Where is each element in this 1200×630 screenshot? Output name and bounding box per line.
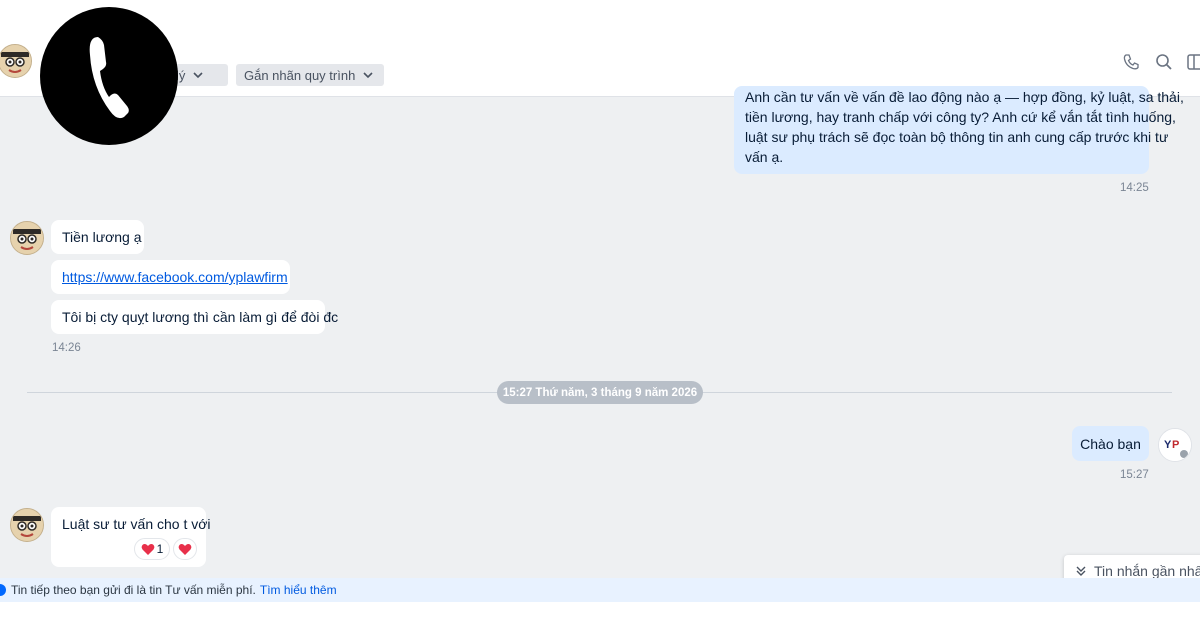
chevron-down-icon: [193, 72, 203, 79]
react-button[interactable]: [173, 538, 197, 560]
svg-text:P: P: [1172, 439, 1179, 451]
tag-process-dropdown[interactable]: Gắn nhãn quy trình: [236, 64, 384, 86]
notice-text: Tin tiếp theo bạn gửi đi là tin Tư vấn m…: [11, 583, 256, 597]
phone-icon[interactable]: [1121, 52, 1141, 72]
jump-to-latest-label: Tin nhắn gần nhất: [1094, 563, 1200, 579]
reaction-summary[interactable]: 1: [134, 538, 170, 560]
message-time: 14:25: [1120, 182, 1149, 194]
tag-process-label: Gắn nhãn quy trình: [244, 67, 356, 83]
message-text: Tiền lương ạ: [62, 229, 142, 245]
message-text: Tôi bị cty quỵt lương thì cần làm gì để …: [62, 309, 339, 325]
phone-handset-icon: [89, 37, 129, 119]
date-separator: 15:27 Thứ năm, 3 tháng 9 năm 2026: [497, 381, 703, 404]
reaction-count: 1: [156, 542, 164, 556]
free-consult-notice: Tin tiếp theo bạn gửi đi là tin Tư vấn m…: [0, 578, 1200, 602]
message-time: 14:26: [52, 342, 81, 354]
chevron-down-icon: [363, 72, 373, 79]
double-chevron-down-icon: [1076, 566, 1086, 576]
message-line: tiền lương, hay tranh chấp với công ty? …: [745, 109, 1176, 125]
message-line: Anh cần tư vấn về vấn đề lao động nào ạ …: [745, 89, 1184, 105]
search-icon[interactable]: [1154, 52, 1174, 72]
sender-avatar[interactable]: [10, 221, 44, 255]
own-avatar[interactable]: Y P: [1158, 428, 1192, 462]
message-line: vấn ạ.: [745, 149, 784, 165]
heart-icon: [178, 543, 192, 555]
message-text: Luật sư tư vấn cho t với: [62, 516, 211, 532]
sidebar-panel-icon[interactable]: [1186, 52, 1200, 72]
call-overlay-button[interactable]: [40, 7, 178, 145]
incoming-message: Tôi bị cty quỵt lương thì cần làm gì để …: [51, 300, 338, 334]
message-link[interactable]: https://www.facebook.com/yplawfirm: [62, 269, 288, 285]
learn-more-link[interactable]: Tìm hiểu thêm: [260, 583, 337, 597]
message-input-area[interactable]: [0, 602, 1200, 630]
incoming-message: Tiền lương ạ: [51, 220, 144, 254]
info-marker-icon: [0, 584, 6, 596]
chat-header: lý Gắn nhãn quy trình: [0, 0, 1200, 97]
message-text: Chào bạn: [1080, 435, 1141, 452]
outgoing-message: Chào bạn: [1072, 426, 1149, 461]
svg-text:Y: Y: [1164, 439, 1172, 451]
message-time: 15:27: [1120, 469, 1149, 481]
message-line: luật sư phụ trách sẽ đọc toàn bộ thông t…: [745, 129, 1169, 145]
contact-avatar[interactable]: [0, 44, 32, 78]
incoming-message: https://www.facebook.com/yplawfirm: [51, 260, 290, 294]
heart-icon: [141, 543, 155, 555]
sender-avatar[interactable]: [10, 508, 44, 542]
outgoing-message: Anh cần tư vấn về vấn đề lao động nào ạ …: [734, 86, 1184, 174]
